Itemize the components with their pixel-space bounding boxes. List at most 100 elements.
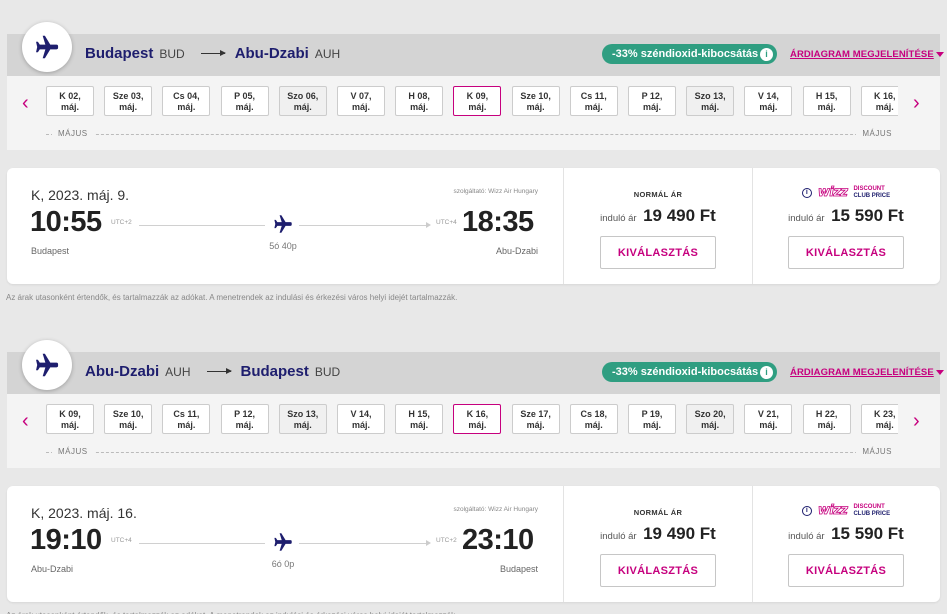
normal-price-amount: 19 490 Ft [643,206,716,225]
date-chip-month: máj. [235,102,254,112]
info-icon[interactable]: i [760,47,773,61]
co2-badge[interactable]: -33% széndioxid-kibocsátás i [602,362,777,382]
date-chip[interactable]: K 16, máj. [453,404,502,434]
date-chip-month: máj. [642,102,661,112]
select-normal-fare-button[interactable]: KIVÁLASZTÁS [600,554,716,587]
date-chip-day: H 22, [815,409,838,419]
discount-fare-price: induló ár 15 590 Ft [752,524,940,544]
date-chip-day: Szo 13, [694,91,726,101]
date-chip[interactable]: K 23, máj. [860,404,898,434]
date-chip[interactable]: K 09, máj. [46,404,94,434]
date-selector: ‹ K 09, máj. Sze 10, máj. Cs 11, máj. P … [7,394,940,468]
normal-fare-label: NORMÁL ÁR [633,190,683,199]
date-chip-month: máj. [468,420,487,430]
date-chip[interactable]: Cs 04, máj. [162,86,211,116]
date-chip-day: H 08, [408,91,430,101]
discount-club-logo: i wizz DISCOUNT CLUB PRICE [752,185,940,200]
date-chip[interactable]: Sze 10, máj. [511,86,560,116]
date-chip[interactable]: P 19, máj. [628,404,676,434]
date-chip[interactable]: V 21, máj. [744,404,793,434]
date-chip-month: máj. [701,420,720,430]
caret-down-icon [935,51,944,57]
date-chip[interactable]: P 12, máj. [628,86,676,116]
date-chip[interactable]: Szo 20, máj. [686,404,735,434]
chevron-right-icon[interactable]: › [913,93,920,113]
date-chip[interactable]: K 09, máj. [453,86,502,116]
co2-label: -33% széndioxid-kibocsátás [612,48,759,60]
select-normal-fare-button[interactable]: KIVÁLASZTÁS [600,236,716,269]
arrival-city: Budapest [499,564,538,574]
price-chart-link[interactable]: ÁRDIAGRAM MEGJELENÍTÉSE [790,367,944,378]
date-chip[interactable]: H 08, máj. [395,86,444,116]
date-chip[interactable]: V 07, máj. [337,86,385,116]
date-chip-day: K 16, [466,409,489,419]
date-chip-month: máj. [60,420,79,430]
date-chip-month: máj. [875,420,894,430]
date-chip-day: Cs 04, [173,91,200,101]
date-chip[interactable]: H 15, máj. [395,404,444,434]
date-chip-list: K 09, máj. Sze 10, máj. Cs 11, máj. P 12… [46,404,898,436]
normal-fare: NORMÁL ÁR induló ár 19 490 Ft KIVÁLASZTÁ… [564,486,752,602]
date-chip-day: V 21, [757,409,779,419]
date-chip-month: máj. [584,102,603,112]
date-chip[interactable]: Szo 13, máj. [278,404,327,434]
info-icon[interactable]: i [801,187,812,198]
chevron-left-icon[interactable]: ‹ [22,411,29,431]
select-discount-fare-button[interactable]: KIVÁLASZTÁS [788,554,904,587]
month-divider: MÁJUS MÁJUS [46,129,898,139]
airplane-icon [272,531,294,558]
date-chip[interactable]: H 15, máj. [802,86,851,116]
route-header: Budapest BUD Abu-Dzabi AUH -33% széndiox… [7,34,944,76]
date-chip[interactable]: H 22, máj. [802,404,851,434]
date-chip[interactable]: K 16, máj. [860,86,898,116]
date-chip[interactable]: Szo 13, máj. [686,86,735,116]
date-chip-day: V 14, [757,91,779,101]
discount-club-fare: i wizz DISCOUNT CLUB PRICE induló ár 15 … [752,486,940,602]
date-chip-month: máj. [410,102,429,112]
origin-city: Abu-Dzabi [85,363,160,380]
date-chip[interactable]: Cs 11, máj. [162,404,211,434]
date-chip[interactable]: V 14, máj. [744,86,793,116]
arrival-time: 18:35 [462,206,534,238]
chevron-left-icon[interactable]: ‹ [22,93,29,113]
date-chip-month: máj. [817,102,836,112]
flight-date: K, 2023. máj. 9. [31,187,130,203]
date-chip-day: Cs 11, [173,409,200,419]
date-chip[interactable]: K 02, máj. [46,86,94,116]
date-chip-month: máj. [293,420,312,430]
date-chip-day: K 16, [874,91,896,101]
date-chip-day: H 15, [408,409,430,419]
info-icon[interactable]: i [801,505,812,516]
date-chip[interactable]: Sze 17, máj. [511,404,560,434]
date-chip[interactable]: Sze 10, máj. [104,404,153,434]
flight-duration: 6ó 0p [271,559,295,569]
date-chip-month: máj. [119,420,138,430]
discount-label: DISCOUNT [853,504,885,510]
flight-path-line [139,225,265,226]
date-chip[interactable]: P 05, máj. [220,86,269,116]
info-icon[interactable]: i [760,365,773,379]
normal-fare-label: NORMÁL ÁR [633,508,683,517]
route-title: Budapest BUD Abu-Dzabi AUH [85,45,340,62]
destination-code: BUD [314,364,341,379]
select-discount-fare-button[interactable]: KIVÁLASZTÁS [788,236,904,269]
date-chip[interactable]: Sze 03, máj. [104,86,153,116]
date-chip-day: K 09, [466,91,489,101]
co2-badge[interactable]: -33% széndioxid-kibocsátás i [602,44,777,64]
chevron-right-icon[interactable]: › [913,411,920,431]
departure-timezone: UTC+2 [111,219,132,226]
date-chip[interactable]: P 12, máj. [220,404,269,434]
date-chip[interactable]: V 14, máj. [337,404,385,434]
date-chip-month: máj. [351,420,370,430]
date-chip[interactable]: Cs 18, máj. [569,404,618,434]
month-label-right: MÁJUS [856,129,898,138]
date-chip-day: P 12, [641,91,663,101]
date-chip-day: K 02, [59,91,81,101]
arrow-right-icon [426,540,431,546]
date-chip[interactable]: Cs 11, máj. [569,86,618,116]
date-chip-month: máj. [875,102,894,112]
date-chip[interactable]: Szo 06, máj. [278,86,327,116]
arrow-right-icon [426,222,431,228]
month-label-left: MÁJUS [52,129,94,138]
price-chart-link[interactable]: ÁRDIAGRAM MEGJELENÍTÉSE [790,49,944,60]
